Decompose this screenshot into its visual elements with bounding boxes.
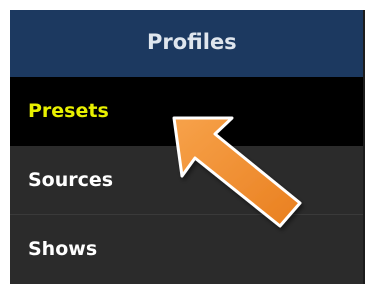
sidebar-item-label: Shows [28,238,98,260]
sidebar-item-label: Presets [28,100,109,122]
sidebar-title: Profiles [147,30,237,54]
sidebar-item-sources[interactable]: Sources [10,146,363,215]
sidebar-item-label: Sources [28,169,114,191]
screenshot-root: Profiles Presets Sources Shows [0,0,369,288]
profiles-sidebar: Profiles Presets Sources Shows [10,10,365,284]
sidebar-item-presets[interactable]: Presets [10,77,363,146]
sidebar-header: Profiles [10,10,363,77]
sidebar-item-shows[interactable]: Shows [10,215,363,284]
